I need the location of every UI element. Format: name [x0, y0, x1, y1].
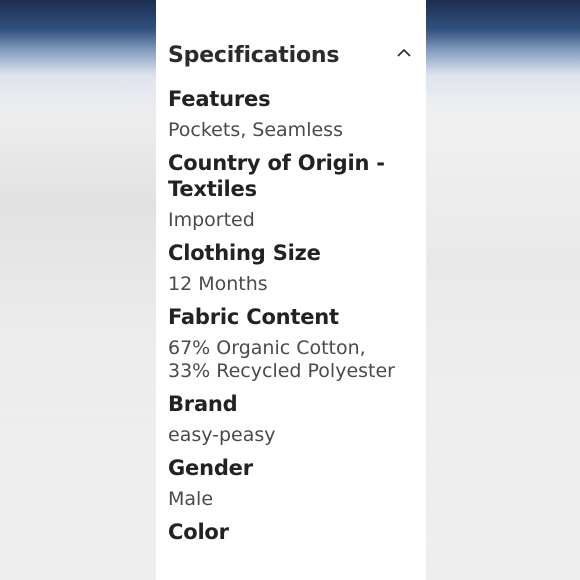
spec-item-gender: Gender Male [168, 455, 412, 511]
spec-item-fabric-content: Fabric Content 67% Organic Cotton, 33% R… [168, 304, 412, 383]
spec-value: Male [168, 488, 214, 510]
spec-item-color: Color [168, 519, 412, 545]
spec-item-brand: Brand easy-peasy [168, 391, 412, 447]
spec-label: Country of Origin - Textiles [168, 151, 385, 201]
chevron-down-icon[interactable] [400, 0, 412, 2]
spec-value: easy-peasy [168, 424, 276, 446]
spec-label: Color [168, 520, 229, 544]
spec-label: Brand [168, 392, 238, 416]
spec-label: Clothing Size [168, 241, 321, 265]
spec-label: Fabric Content [168, 305, 339, 329]
blurred-background-left [0, 0, 156, 580]
blurred-background-right [426, 0, 580, 580]
spec-value: Pockets, Seamless [168, 119, 343, 141]
chevron-up-icon[interactable] [396, 46, 412, 60]
specifications-panel: Specifications Features Pockets, Seamles… [156, 0, 426, 580]
spec-item-country-of-origin: Country of Origin - Textiles Imported [168, 150, 412, 232]
spec-value: 67% Organic Cotton, 33% Recycled Polyest… [168, 337, 395, 382]
spec-item-features: Features Pockets, Seamless [168, 86, 412, 142]
spec-list: Features Pockets, Seamless Country of Or… [168, 86, 412, 553]
spec-value: Imported [168, 209, 255, 231]
spec-value: 12 Months [168, 273, 268, 295]
section-title: Specifications [168, 43, 340, 68]
spec-label: Gender [168, 456, 253, 480]
spec-label: Features [168, 87, 271, 111]
spec-item-clothing-size: Clothing Size 12 Months [168, 240, 412, 296]
specifications-header[interactable]: Specifications [168, 40, 412, 74]
